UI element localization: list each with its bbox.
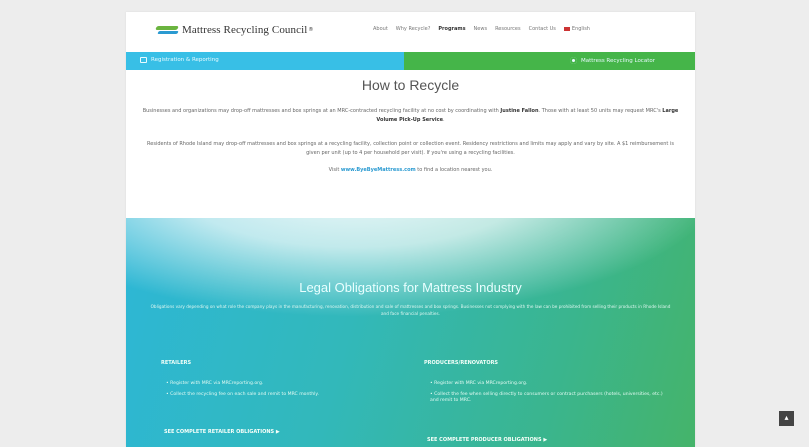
site-header: Mattress Recycling Council ® About Why R… xyxy=(126,12,695,46)
nav-item-about[interactable]: About xyxy=(373,26,388,32)
recycling-locator-bar[interactable]: Mattress Recycling Locator xyxy=(404,52,695,70)
web-page: Mattress Recycling Council ® About Why R… xyxy=(126,12,695,447)
us-flag-icon xyxy=(563,26,570,31)
visit-text-2: to find a location nearest you. xyxy=(415,167,493,173)
logo-swoosh-icon xyxy=(155,25,179,35)
visit-text: Visit xyxy=(328,167,341,173)
resident-dropoff-paragraph: Residents of Rhode Island may drop-off m… xyxy=(147,141,674,156)
recycling-locator-label: Mattress Recycling Locator xyxy=(581,57,655,64)
retailers-heading: RETAILERS xyxy=(161,360,192,366)
locator-icon xyxy=(570,57,577,64)
producers-heading: PRODUCERS/RENOVATORS xyxy=(424,360,499,366)
language-selector[interactable]: English xyxy=(563,26,590,32)
arrow-circle-icon: ▶ xyxy=(275,429,280,435)
nav-item-contact-us[interactable]: Contact Us xyxy=(529,26,556,32)
registration-reporting-link[interactable]: Registration & Reporting xyxy=(140,57,219,63)
nav-item-resources[interactable]: Resources xyxy=(495,26,521,32)
logo-text: Mattress Recycling Council xyxy=(182,24,308,36)
registration-reporting-label: Registration & Reporting xyxy=(151,57,219,63)
legal-obligations-subtitle: Obligations vary depending on what role … xyxy=(150,304,671,316)
business-dropoff-text: Businesses and organizations may drop-of… xyxy=(142,108,501,114)
business-dropoff-text-2: . Those with at least 50 units may reque… xyxy=(538,108,663,114)
site-logo[interactable]: Mattress Recycling Council ® xyxy=(155,24,314,36)
arrow-circle-icon: ▶ xyxy=(543,437,548,443)
main-nav: About Why Recycle? Programs News Resourc… xyxy=(373,26,590,32)
business-dropoff-paragraph: Businesses and organizations may drop-of… xyxy=(140,107,681,124)
retailer-bullet: Collect the recycling fee on each sale a… xyxy=(166,392,386,398)
retailer-obligations-link[interactable]: SEE COMPLETE RETAILER OBLIGATIONS ▶ xyxy=(164,429,280,435)
business-dropoff-text-3: . xyxy=(442,116,445,123)
byebyemattress-link[interactable]: www.ByeByeMattress.com xyxy=(341,167,416,173)
producer-obligations-label: SEE COMPLETE PRODUCER OBLIGATIONS xyxy=(427,437,542,443)
how-to-recycle-title: How to Recycle xyxy=(361,77,460,93)
contact-name-link[interactable]: Justine Fallon xyxy=(500,108,538,114)
legal-obligations-title: Legal Obligations for Mattress Industry xyxy=(299,280,522,295)
recycling-locator-link[interactable]: Mattress Recycling Locator xyxy=(570,57,655,64)
logo-trademark: ® xyxy=(308,27,314,33)
visit-paragraph: Visit www.ByeByeMattress.com to find a l… xyxy=(140,166,681,175)
how-to-recycle-section: How to Recycle Businesses and organizati… xyxy=(126,70,695,218)
retailer-bullet: Register with MRC via MRCreporting.org. xyxy=(166,381,386,387)
nav-item-programs[interactable]: Programs xyxy=(438,26,465,32)
producer-bullet: Register with MRC via MRCreporting.org. xyxy=(430,381,670,387)
nav-item-news[interactable]: News xyxy=(474,26,488,32)
retailer-obligations-label: SEE COMPLETE RETAILER OBLIGATIONS xyxy=(164,429,275,435)
registration-reporting-bar[interactable]: Registration & Reporting xyxy=(126,52,404,70)
calendar-icon xyxy=(140,57,147,63)
producer-bullet: Collect the fee when selling directly to… xyxy=(430,392,670,404)
legal-obligations-section: Legal Obligations for Mattress Industry … xyxy=(126,218,695,447)
nav-item-why-recycle[interactable]: Why Recycle? xyxy=(396,26,431,32)
scroll-to-top-button[interactable]: ▴ xyxy=(779,411,794,426)
language-label: English xyxy=(571,26,590,32)
producer-obligations-link[interactable]: SEE COMPLETE PRODUCER OBLIGATIONS ▶ xyxy=(427,437,547,443)
